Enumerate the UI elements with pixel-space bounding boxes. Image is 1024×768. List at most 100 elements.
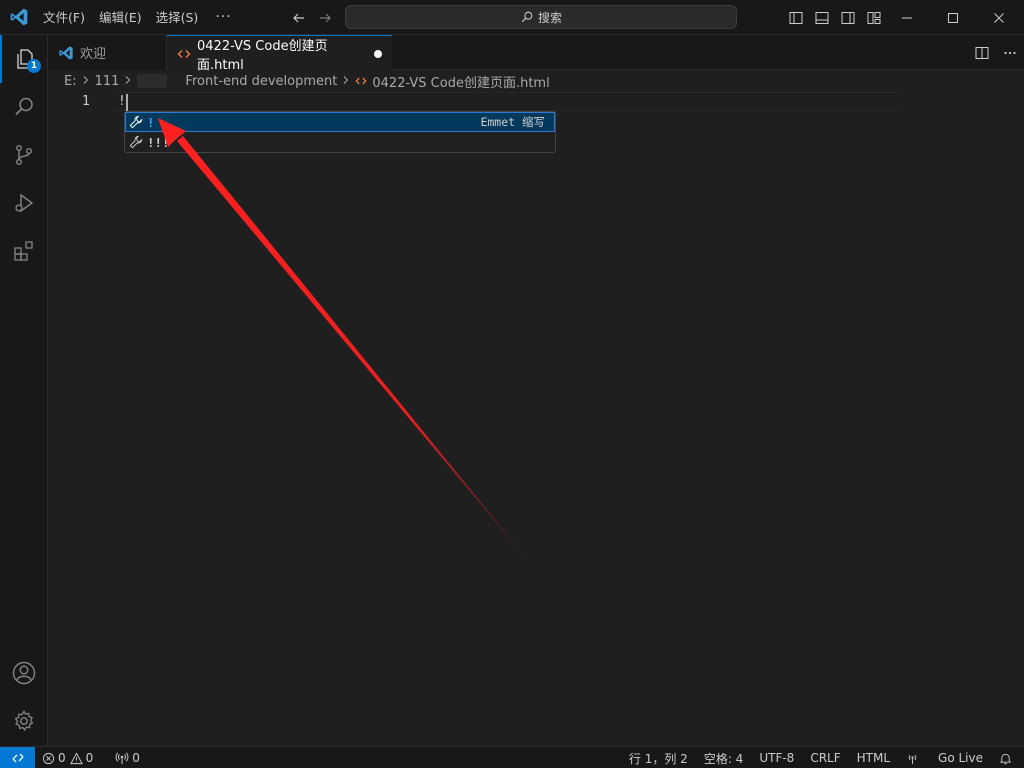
breadcrumb-blurred-folder[interactable] bbox=[137, 74, 168, 88]
run-debug-icon bbox=[15, 193, 34, 213]
tab-welcome[interactable]: 欢迎 bbox=[48, 35, 167, 70]
vscode-logo-icon bbox=[58, 45, 74, 61]
notifications-button[interactable] bbox=[999, 752, 1012, 765]
problems-indicator[interactable]: 0 0 bbox=[42, 751, 99, 765]
layout-controls bbox=[783, 0, 887, 35]
go-back-button[interactable] bbox=[288, 7, 310, 29]
indentation[interactable]: 空格: 4 bbox=[704, 750, 744, 767]
tab-html-file[interactable]: 0422-VS Code创建页面.html bbox=[167, 35, 392, 73]
breadcrumb-folder[interactable]: 111 bbox=[95, 74, 120, 89]
toggle-primary-sidebar-button[interactable] bbox=[783, 7, 809, 29]
chevron-right-icon bbox=[341, 74, 351, 89]
error-count: 0 bbox=[58, 751, 66, 765]
close-button[interactable] bbox=[976, 0, 1022, 35]
search-label: 搜索 bbox=[537, 10, 562, 25]
layout-grid-icon bbox=[867, 11, 881, 24]
tab-actions bbox=[968, 35, 1024, 70]
tab-label: 0422-VS Code创建页面.html bbox=[197, 38, 328, 73]
chevron-right-icon bbox=[123, 74, 133, 89]
html-file-icon bbox=[355, 75, 367, 87]
suggestion-item[interactable]: ! Emmet 缩写 bbox=[125, 112, 555, 132]
maximize-button[interactable] bbox=[930, 0, 976, 35]
extensions-view-button[interactable] bbox=[0, 227, 48, 275]
unsaved-dot-icon[interactable] bbox=[374, 49, 382, 58]
command-center-search[interactable]: 搜索 bbox=[345, 5, 737, 29]
extensions-icon bbox=[14, 241, 33, 261]
code-line[interactable]: ! bbox=[118, 94, 126, 109]
status-bar: 0 0 0 行 1，列 2 空格: 4 UTF-8 CRLF HTML Go L… bbox=[0, 746, 1024, 768]
menu-file[interactable]: 文件(F) bbox=[36, 0, 92, 35]
menu-more-button[interactable]: ··· bbox=[205, 0, 241, 35]
maximize-icon bbox=[948, 12, 958, 23]
menu-edit[interactable]: 编辑(E) bbox=[92, 0, 149, 35]
broadcast-icon bbox=[115, 752, 129, 764]
wrench-icon bbox=[125, 115, 147, 129]
manage-settings-button[interactable] bbox=[0, 697, 48, 745]
sidebar-right-icon bbox=[841, 11, 855, 24]
source-control-icon bbox=[15, 145, 32, 166]
explorer-view-button[interactable]: 1 bbox=[0, 35, 48, 83]
remote-icon bbox=[12, 753, 23, 763]
chevron-right-icon bbox=[171, 74, 181, 89]
sidebar-left-icon bbox=[789, 11, 803, 24]
menu-bar: 文件(F) 编辑(E) 选择(S) ··· bbox=[36, 0, 242, 35]
go-live-label: Go Live bbox=[938, 751, 983, 765]
split-editor-button[interactable] bbox=[968, 41, 996, 65]
activity-bar: 1 bbox=[0, 35, 48, 746]
suggestion-item[interactable]: !!! bbox=[125, 132, 555, 152]
accounts-button[interactable] bbox=[0, 649, 48, 697]
search-icon bbox=[521, 11, 533, 23]
current-line-highlight bbox=[114, 92, 900, 111]
ports-indicator[interactable]: 0 bbox=[115, 751, 146, 765]
close-icon bbox=[994, 12, 1004, 23]
explorer-badge: 1 bbox=[27, 59, 41, 73]
window-controls bbox=[884, 0, 1022, 35]
gear-icon bbox=[14, 710, 34, 732]
status-right: 行 1，列 2 空格: 4 UTF-8 CRLF HTML Go Live bbox=[613, 747, 1012, 768]
split-editor-icon bbox=[975, 46, 989, 59]
warning-count: 0 bbox=[85, 751, 94, 765]
bell-icon bbox=[999, 753, 1012, 764]
wrench-icon bbox=[125, 135, 147, 149]
suggestion-label: ! bbox=[147, 114, 155, 130]
language-mode[interactable]: HTML bbox=[857, 751, 890, 765]
encoding[interactable]: UTF-8 bbox=[759, 751, 794, 765]
search-view-button[interactable] bbox=[0, 83, 48, 131]
panel-bottom-icon bbox=[815, 11, 829, 24]
code-editor[interactable]: 1 ! bbox=[48, 92, 1024, 746]
editor-tab-bar: 欢迎 0422-VS Code创建页面.html bbox=[48, 35, 1024, 73]
toggle-panel-button[interactable] bbox=[809, 7, 835, 29]
minimize-button[interactable] bbox=[884, 0, 930, 35]
suggestion-detail: Emmet 缩写 bbox=[480, 115, 545, 129]
broadcast-icon bbox=[908, 754, 917, 764]
menu-selection[interactable]: 选择(S) bbox=[149, 0, 206, 35]
html-file-icon bbox=[177, 47, 191, 61]
chevron-right-icon bbox=[81, 74, 91, 89]
suggestion-widget: ! Emmet 缩写 !!! bbox=[124, 111, 556, 153]
go-forward-button[interactable] bbox=[314, 7, 336, 29]
source-control-view-button[interactable] bbox=[0, 131, 48, 179]
search-icon bbox=[15, 97, 33, 116]
arrow-left-icon bbox=[293, 13, 304, 22]
breadcrumb-folder[interactable]: Front-end development bbox=[185, 74, 337, 89]
account-icon bbox=[12, 661, 36, 685]
more-actions-button[interactable] bbox=[996, 41, 1024, 65]
breadcrumb: E: 111 Front-end development 0422-VS Cod… bbox=[48, 70, 1024, 92]
line-number: 1 bbox=[82, 94, 90, 109]
breadcrumb-file[interactable]: 0422-VS Code创建页面.html bbox=[372, 72, 549, 91]
navigation-arrows bbox=[288, 0, 340, 35]
toggle-secondary-sidebar-button[interactable] bbox=[835, 7, 861, 29]
title-bar: 文件(F) 编辑(E) 选择(S) ··· 搜索 bbox=[0, 0, 1024, 35]
go-live-button[interactable]: Go Live bbox=[906, 751, 983, 765]
warning-icon bbox=[69, 751, 83, 764]
arrow-right-icon bbox=[320, 13, 331, 22]
tab-label: 欢迎 bbox=[80, 47, 107, 62]
error-icon bbox=[42, 752, 55, 764]
status-left: 0 0 0 bbox=[42, 747, 152, 768]
end-of-line[interactable]: CRLF bbox=[810, 751, 840, 765]
minimize-icon bbox=[902, 17, 912, 18]
run-debug-view-button[interactable] bbox=[0, 179, 48, 227]
cursor-position[interactable]: 行 1，列 2 bbox=[629, 750, 688, 767]
breadcrumb-drive[interactable]: E: bbox=[64, 74, 77, 89]
remote-indicator-button[interactable] bbox=[0, 747, 35, 768]
